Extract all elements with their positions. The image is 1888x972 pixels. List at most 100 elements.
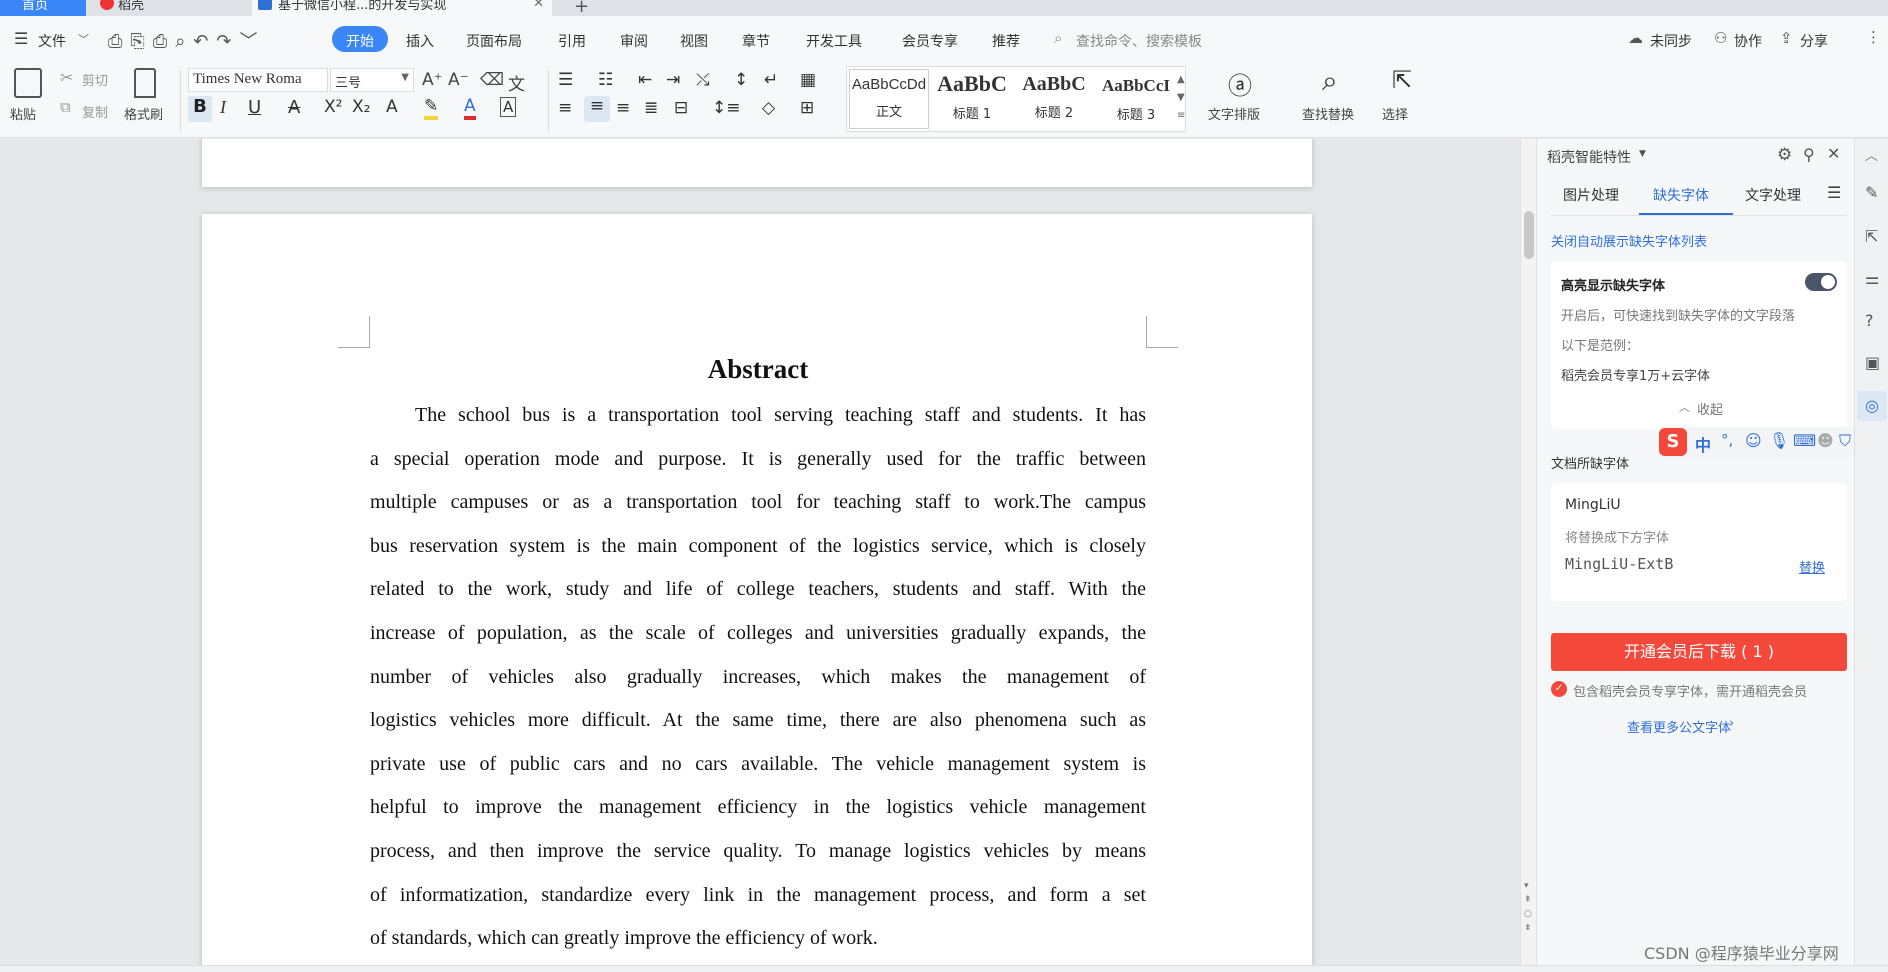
font-color-icon[interactable]: A xyxy=(464,96,476,120)
tab-chapter[interactable]: 章节 xyxy=(742,31,770,51)
style-heading-1[interactable]: AaBbC 标题 1 xyxy=(931,69,1013,129)
char-border-icon[interactable]: A xyxy=(500,97,517,117)
new-tab-icon[interactable]: + xyxy=(574,0,589,16)
align-right-icon[interactable]: ≡ xyxy=(616,98,630,118)
skin-icon[interactable]: ⛉ xyxy=(1839,431,1851,451)
italic-icon[interactable]: I xyxy=(220,97,226,118)
distribute-icon[interactable]: ⊟ xyxy=(674,98,688,118)
underline-icon[interactable]: U xyxy=(248,97,261,118)
text-layout-icon[interactable]: ⓐ xyxy=(1228,66,1252,101)
text-effect-icon[interactable]: A xyxy=(386,97,398,117)
command-search-input[interactable]: 查找命令、搜索模板 xyxy=(1076,31,1202,51)
emoji-icon[interactable]: ☺ xyxy=(1745,431,1762,450)
gear-icon[interactable]: ⚙ xyxy=(1777,145,1792,165)
download-button[interactable]: 开通会员后下载 ( 1 ) xyxy=(1551,633,1847,671)
chevron-up-icon[interactable]: ︿ xyxy=(1679,399,1690,415)
gallery-scroll-icon[interactable]: ▲ ▼ ≡ xyxy=(1177,71,1185,125)
text-layout-button[interactable]: 文字排版 xyxy=(1208,104,1260,123)
microphone-icon[interactable]: 🎙 xyxy=(1769,431,1789,450)
sort-icon[interactable]: ↕ xyxy=(734,70,748,90)
tab-page-layout[interactable]: 页面布局 xyxy=(466,31,522,51)
tab-document[interactable]: 基于微信小程...的开发与实现 ✕ xyxy=(252,0,552,16)
menu-icon[interactable]: ☰ xyxy=(1827,183,1841,202)
smart-feature-icon[interactable]: ◎ xyxy=(1857,391,1887,421)
collapse-button[interactable]: 收起 xyxy=(1697,399,1723,418)
style-normal[interactable]: AaBbCcDd 正文 xyxy=(849,69,929,129)
close-icon[interactable]: ✕ xyxy=(1827,144,1840,163)
font-size-select[interactable]: 三号 ▼ xyxy=(330,68,414,92)
tab-recommend[interactable]: 推荐 xyxy=(992,31,1020,51)
tab-member[interactable]: 会员专享 xyxy=(902,31,958,51)
chevron-down-icon[interactable]: ﹀ xyxy=(78,31,89,47)
find-replace-button[interactable]: 查找替换 xyxy=(1302,104,1354,123)
tab-review[interactable]: 审阅 xyxy=(620,31,648,51)
close-tab-icon[interactable]: ✕ xyxy=(533,0,544,12)
document-canvas[interactable]: Abstract The school bus is a transportat… xyxy=(0,139,1520,965)
bold-icon[interactable]: B xyxy=(188,96,212,122)
keyboard-icon[interactable]: ⌨ xyxy=(1793,431,1816,450)
number-list-icon[interactable]: ☷ xyxy=(598,70,613,90)
copy-button[interactable]: 复制 xyxy=(82,102,108,121)
font-name-select[interactable]: Times New Roma xyxy=(188,68,328,92)
select-button[interactable]: 选择 xyxy=(1382,104,1408,123)
sync-status[interactable]: 未同步 xyxy=(1650,31,1692,51)
border-icon[interactable]: ⊞ xyxy=(800,98,814,118)
settings-sliders-icon[interactable]: ⚌ xyxy=(1865,269,1879,288)
line-spacing-icon[interactable]: ↕≡ xyxy=(712,98,741,118)
more-icon[interactable]: ⋮ xyxy=(1866,28,1881,46)
chevron-right-icon[interactable]: › xyxy=(1729,716,1734,731)
document-page[interactable]: Abstract The school bus is a transportat… xyxy=(202,214,1312,965)
chinese-layout-icon[interactable]: ⤯ xyxy=(696,70,710,90)
font-shrink-icon[interactable]: A⁻ xyxy=(448,70,469,90)
bullet-list-icon[interactable]: ☰ xyxy=(558,70,573,90)
style-heading-3[interactable]: AaBbCcI 标题 3 xyxy=(1095,69,1177,129)
collapse-sidebar-icon[interactable]: ︿ xyxy=(1865,145,1878,164)
pen-icon[interactable]: ✎ xyxy=(1865,183,1878,202)
tab-image-processing[interactable]: 图片处理 xyxy=(1563,185,1619,205)
tab-text-processing[interactable]: 文字处理 xyxy=(1745,185,1801,205)
find-replace-icon[interactable]: ⌕ xyxy=(1322,64,1338,98)
paste-icon[interactable] xyxy=(14,68,42,98)
tab-daoke[interactable]: 稻壳 xyxy=(92,0,242,16)
quick-access-icons[interactable]: ⎙⎘⎙⌕↶↷﹀ xyxy=(108,27,265,53)
ime-toolbar[interactable]: S 中 °, ☺ 🎙 ⌨ ☻ ⛉ xyxy=(1659,427,1857,457)
document-title[interactable]: Abstract xyxy=(370,354,1146,385)
superscript-icon[interactable]: X² xyxy=(324,97,342,117)
table-icon[interactable]: ▦ xyxy=(800,70,816,90)
ime-punct-icon[interactable]: °, xyxy=(1721,431,1733,449)
chevron-down-icon[interactable]: ▼ xyxy=(1639,149,1646,159)
subscript-icon[interactable]: X₂ xyxy=(352,97,370,117)
pin-icon[interactable]: ⚲ xyxy=(1803,145,1815,164)
tab-insert[interactable]: 插入 xyxy=(406,31,434,51)
outdent-icon[interactable]: ⇤ xyxy=(638,70,652,90)
paste-button[interactable]: 粘贴 xyxy=(10,104,36,123)
hamburger-icon[interactable]: ☰ xyxy=(14,29,28,48)
cut-button[interactable]: 剪切 xyxy=(82,70,108,89)
document-scrollbar[interactable]: ▾ ⇞ ○ ⇟ xyxy=(1520,139,1536,965)
page-nav-icons[interactable]: ▾ ⇞ ○ ⇟ xyxy=(1524,879,1532,935)
clear-format-icon[interactable]: ⌫ xyxy=(480,70,504,90)
user-icon[interactable]: ☻ xyxy=(1817,431,1834,450)
more-fonts-link[interactable]: 查看更多公文字体 xyxy=(1627,717,1731,736)
style-heading-2[interactable]: AaBbC 标题 2 xyxy=(1013,69,1095,129)
align-center-icon[interactable]: ≡ xyxy=(584,96,610,122)
panel-title[interactable]: 稻壳智能特性 xyxy=(1547,147,1631,167)
indent-icon[interactable]: ⇥ xyxy=(666,70,680,90)
cursor-icon[interactable]: ⇱ xyxy=(1865,227,1878,246)
strikethrough-icon[interactable]: A xyxy=(288,97,300,118)
shading-icon[interactable]: ◇ xyxy=(762,98,775,118)
abstract-body[interactable]: The school bus is a transportation tool … xyxy=(370,394,1146,961)
ime-lang-toggle[interactable]: 中 xyxy=(1695,432,1711,456)
file-menu[interactable]: 文件 xyxy=(38,31,66,51)
tab-reference[interactable]: 引用 xyxy=(558,31,586,51)
phonetic-icon[interactable]: 文 xyxy=(508,70,525,95)
replace-button[interactable]: 替换 xyxy=(1799,557,1825,576)
align-left-icon[interactable]: ≡ xyxy=(558,98,572,118)
format-painter-icon[interactable] xyxy=(134,68,156,98)
tab-missing-fonts[interactable]: 缺失字体 xyxy=(1653,185,1709,205)
collab-button[interactable]: 协作 xyxy=(1734,31,1762,51)
tab-home[interactable]: 首页 xyxy=(0,0,86,16)
format-painter-button[interactable]: 格式刷 xyxy=(124,104,163,123)
help-icon[interactable]: ? xyxy=(1865,311,1874,330)
select-cursor-icon[interactable]: ⇱ xyxy=(1392,66,1412,94)
